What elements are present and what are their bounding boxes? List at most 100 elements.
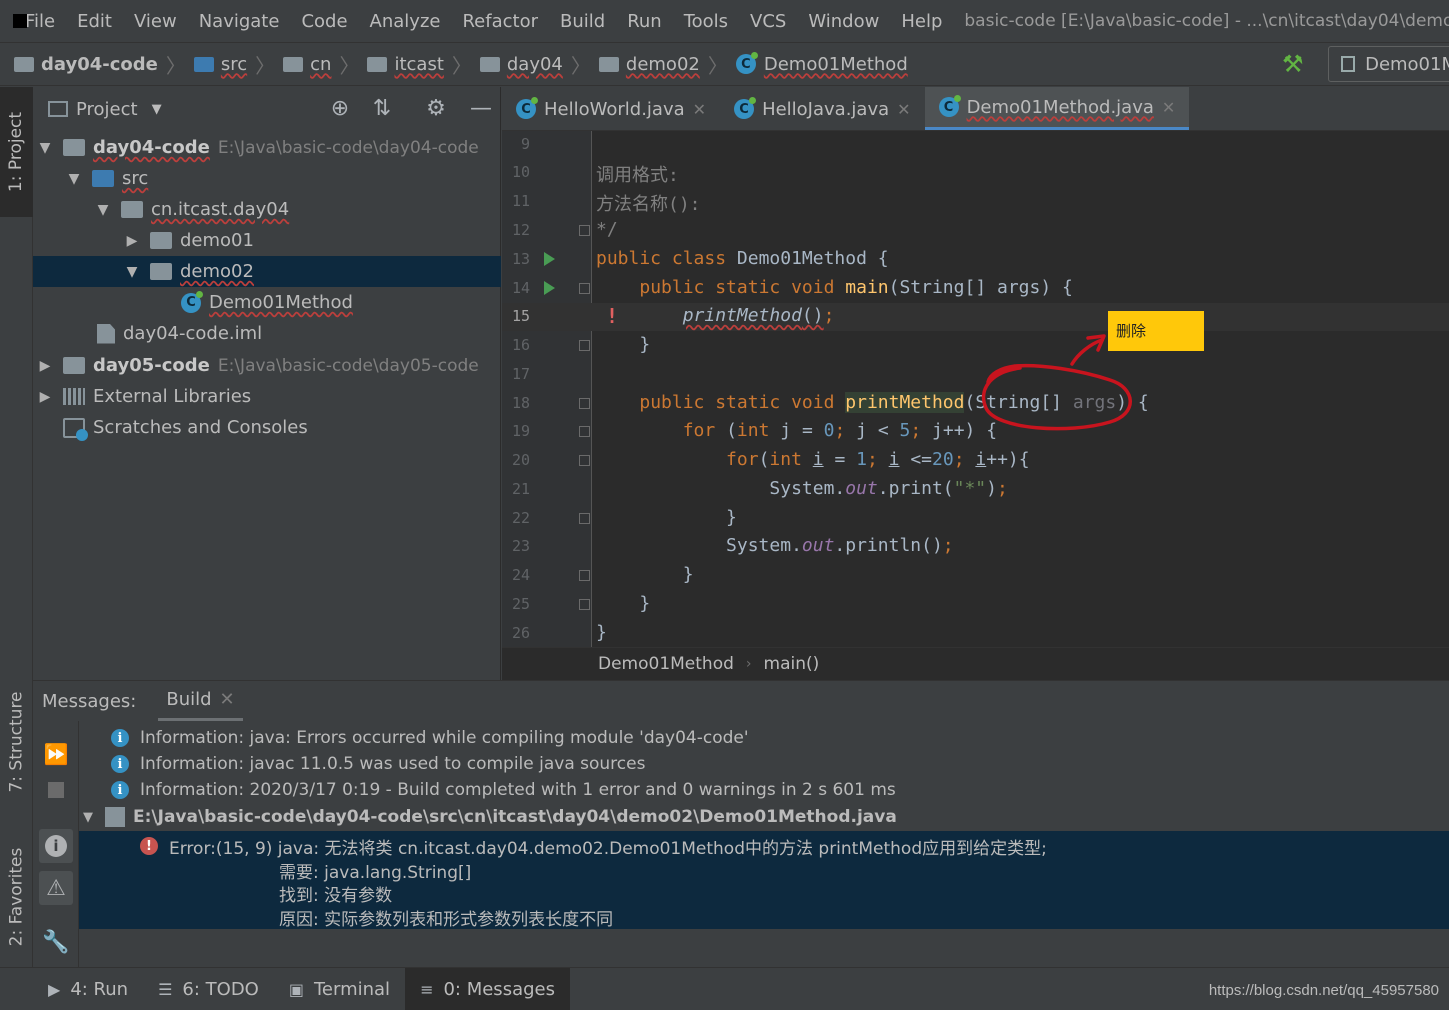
collapse-all-icon[interactable]: ⇅ xyxy=(370,97,394,121)
tab-demo01method[interactable]: C Demo01Method.java ✕ xyxy=(924,87,1190,130)
messages-header: Messages: Build ✕ xyxy=(33,681,1449,721)
crumb-module[interactable]: day04-code xyxy=(14,54,158,75)
expanded-arrow-icon[interactable]: ▼ xyxy=(37,140,53,156)
close-icon[interactable]: ✕ xyxy=(220,689,235,710)
tab-hellojava[interactable]: C HelloJava.java ✕ xyxy=(720,87,925,130)
menu-code[interactable]: Code xyxy=(301,11,347,32)
tree-item-package[interactable]: ▼ cn.itcast.day04 xyxy=(33,194,501,225)
crumb-class[interactable]: Demo01Method xyxy=(598,654,734,674)
menu-bar: File Edit View Navigate Code Analyze Ref… xyxy=(0,0,1449,42)
run-configuration-selector[interactable]: Demo01M xyxy=(1328,46,1449,82)
fold-marker-icon[interactable] xyxy=(579,340,590,351)
fold-marker-icon[interactable] xyxy=(579,283,590,294)
crumb-src[interactable]: src xyxy=(193,54,247,75)
project-tool-window: Project ▼ ⊕ ⇅ ⚙ — ▼ day04-code E:\Java\b… xyxy=(33,87,501,680)
run-gutter-icon[interactable] xyxy=(544,252,555,266)
crumb-day04[interactable]: day04 xyxy=(479,54,563,75)
tab-run[interactable]: ▶ 4: Run xyxy=(33,968,143,1010)
show-info-icon[interactable]: i xyxy=(39,829,73,863)
wrench-icon[interactable]: 🔧 xyxy=(39,925,73,959)
crumb-class-label: Demo01Method xyxy=(763,53,908,75)
expanded-arrow-icon[interactable]: ▼ xyxy=(124,264,140,280)
code-line-21: 21 System.out.print("*"); xyxy=(511,478,1008,499)
run-config-icon xyxy=(1341,56,1356,72)
close-icon[interactable]: ✕ xyxy=(693,100,706,119)
hide-minus-icon[interactable]: — xyxy=(469,97,493,121)
tab-todo[interactable]: ☰ 6: TODO xyxy=(143,968,274,1010)
expanded-arrow-icon[interactable]: ▼ xyxy=(66,171,82,187)
menu-help[interactable]: Help xyxy=(901,11,942,32)
menu-refactor[interactable]: Refactor xyxy=(462,11,538,32)
list-item[interactable]: i Information: javac 11.0.5 was used to … xyxy=(79,751,1449,777)
list-item[interactable]: i Information: java: Errors occurred whi… xyxy=(79,725,1449,751)
crumb-demo02[interactable]: demo02 xyxy=(598,54,700,75)
tab-messages[interactable]: ≡ 0: Messages xyxy=(405,968,570,1010)
menu-vcs[interactable]: VCS xyxy=(750,11,786,32)
menu-run[interactable]: Run xyxy=(627,11,662,32)
tab-helloworld[interactable]: C HelloWorld.java ✕ xyxy=(502,87,720,130)
code-line-22: 22 } xyxy=(511,507,737,528)
tree-item-external-libraries[interactable]: ▶ External Libraries xyxy=(33,381,501,412)
run-gutter-icon[interactable] xyxy=(544,281,555,295)
tree-item-demo02[interactable]: ▼ demo02 xyxy=(33,256,501,287)
locate-target-icon[interactable]: ⊕ xyxy=(328,97,352,121)
menu-file[interactable]: File xyxy=(25,11,55,32)
tree-item-demo01method[interactable]: C Demo01Method xyxy=(33,287,501,318)
menu-analyze[interactable]: Analyze xyxy=(370,11,441,32)
chevron-down-icon[interactable]: ▼ xyxy=(152,102,162,117)
crumb-cn[interactable]: cn xyxy=(283,54,331,75)
collapsed-arrow-icon[interactable]: ▶ xyxy=(124,233,140,249)
collapsed-arrow-icon[interactable]: ▶ xyxy=(37,389,53,405)
list-item[interactable]: i Information: 2020/3/17 0:19 - Build co… xyxy=(79,777,1449,803)
show-warnings-icon[interactable]: ⚠ xyxy=(39,871,73,905)
tab-terminal[interactable]: ▣ Terminal xyxy=(274,968,405,1010)
list-item-file[interactable]: ▼ E:\Java\basic-code\day04-code\src\cn\i… xyxy=(79,804,1449,830)
expanded-arrow-icon[interactable]: ▼ xyxy=(95,202,111,218)
fold-marker-icon[interactable] xyxy=(579,513,590,524)
menu-navigate[interactable]: Navigate xyxy=(199,11,280,32)
code-line-20: 20 for(int i = 1; i <=20; i++){ xyxy=(511,449,1030,470)
menu-tools[interactable]: Tools xyxy=(684,11,728,32)
fold-marker-icon[interactable] xyxy=(579,398,590,409)
tree-item-src[interactable]: ▼ src xyxy=(33,163,501,194)
menu-build[interactable]: Build xyxy=(560,11,605,32)
rerun-icon[interactable]: ⏩ xyxy=(39,737,73,771)
fold-marker-icon[interactable] xyxy=(579,570,590,581)
collapsed-arrow-icon[interactable]: ▶ xyxy=(37,358,53,374)
crumb-separator: 〉 xyxy=(707,53,728,78)
build-hammer-icon[interactable]: ⚒ xyxy=(1282,50,1310,78)
crumb-method[interactable]: main() xyxy=(764,654,820,674)
favorites-tool-tab[interactable]: 2: Favorites xyxy=(0,827,33,967)
menu-edit[interactable]: Edit xyxy=(77,11,112,32)
tree-item-demo01[interactable]: ▶ demo01 xyxy=(33,225,501,256)
gear-icon[interactable]: ⚙ xyxy=(424,97,448,121)
close-icon[interactable]: ✕ xyxy=(1162,98,1175,117)
error-message-block[interactable]: ! Error:(15, 9) java: 无法将类 cn.itcast.day… xyxy=(79,831,1449,930)
project-view-selector[interactable]: Project xyxy=(76,99,138,120)
code-editor[interactable]: 9 10 调用格式: 11 方法名称(): 12 */ 13 public cl… xyxy=(502,131,1449,647)
messages-toolbar: ⏩ i ⚠ 🔧 xyxy=(33,721,79,968)
fold-marker-icon[interactable] xyxy=(579,225,590,236)
menu-view[interactable]: View xyxy=(134,11,177,32)
project-tool-tab[interactable]: 1: Project xyxy=(0,87,33,217)
tree-item-day05-code[interactable]: ▶ day05-code E:\Java\basic-code\day05-co… xyxy=(33,350,501,381)
info-icon: i xyxy=(111,729,129,747)
fold-marker-icon[interactable] xyxy=(579,426,590,437)
tree-item-iml[interactable]: day04-code.iml xyxy=(33,318,501,349)
expanded-arrow-icon[interactable]: ▼ xyxy=(83,810,93,825)
fold-marker-icon[interactable] xyxy=(579,455,590,466)
iml-file-icon xyxy=(97,323,115,344)
blog-watermark: https://blog.csdn.net/qq_45957580 xyxy=(1208,982,1439,999)
crumb-itcast[interactable]: itcast xyxy=(367,54,444,75)
java-class-icon: C xyxy=(734,97,757,119)
tab-build[interactable]: Build ✕ xyxy=(158,681,243,721)
stop-icon[interactable] xyxy=(39,773,73,807)
crumb-class[interactable]: C Demo01Method xyxy=(735,52,908,75)
tree-item-scratches[interactable]: Scratches and Consoles xyxy=(33,412,501,443)
structure-tool-tab[interactable]: 7: Structure xyxy=(0,667,33,817)
tree-item-day04-code[interactable]: ▼ day04-code E:\Java\basic-code\day04-co… xyxy=(33,132,501,163)
fold-marker-icon[interactable] xyxy=(579,599,590,610)
menu-window[interactable]: Window xyxy=(808,11,879,32)
project-header: Project ▼ ⊕ ⇅ ⚙ — xyxy=(33,87,501,131)
close-icon[interactable]: ✕ xyxy=(897,100,910,119)
